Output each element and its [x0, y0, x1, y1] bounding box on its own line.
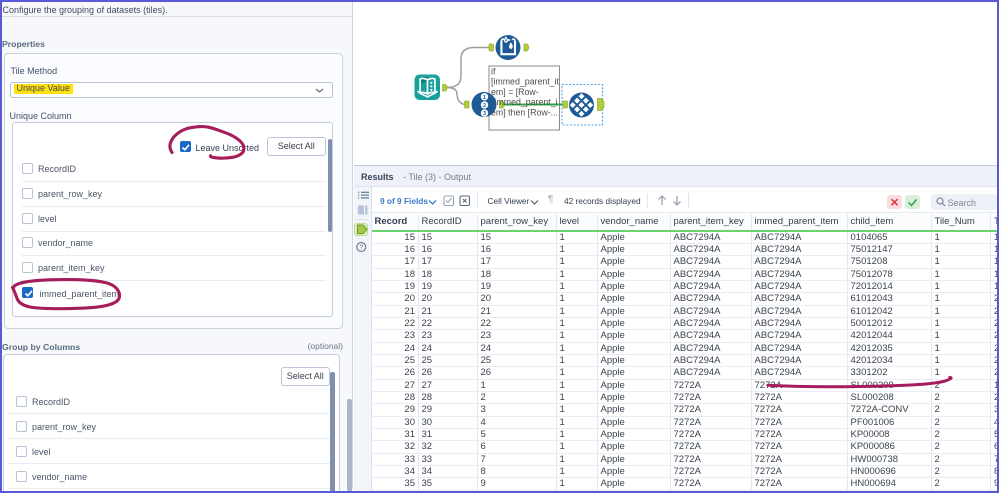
- svg-text:em] then [Row-...: em] then [Row-...: [491, 108, 558, 118]
- svg-text:1: 1: [483, 95, 486, 101]
- svg-text:2: 2: [483, 103, 486, 109]
- svg-text:[immed_parent_it: [immed_parent_it: [491, 77, 560, 87]
- svg-text:if: if: [491, 66, 496, 76]
- svg-text:immed_parent_i: immed_parent_i: [495, 97, 558, 107]
- svg-text:em] = [Row-: em] = [Row-: [491, 87, 539, 97]
- svg-text:?: ?: [359, 245, 363, 252]
- svg-text:3: 3: [483, 111, 486, 117]
